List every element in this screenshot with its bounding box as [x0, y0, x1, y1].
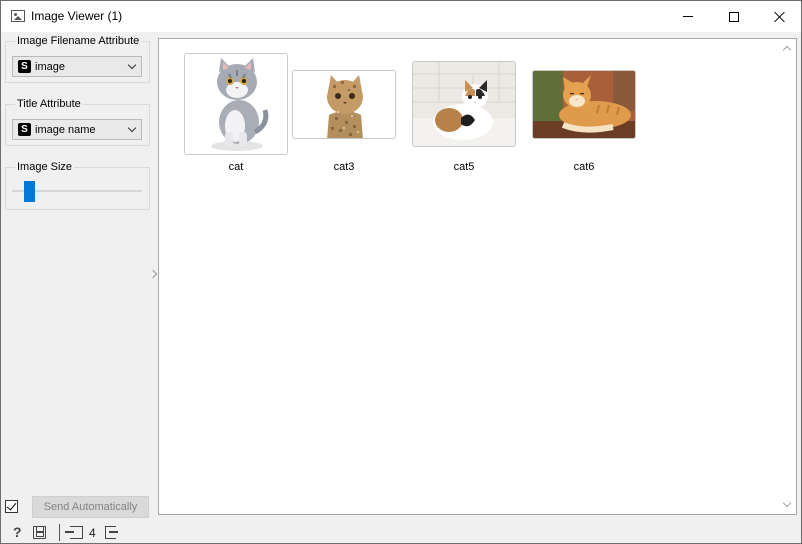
input-count: 4 [89, 526, 96, 540]
image-icon [11, 10, 25, 22]
cartoon-kitten-image [185, 54, 287, 154]
close-button[interactable] [757, 1, 802, 32]
auto-send-checkbox[interactable] [5, 500, 18, 513]
image-size-group: Image Size [5, 161, 150, 210]
mosaic-cat-image [293, 71, 395, 138]
save-icon[interactable] [33, 526, 46, 539]
title-attribute-group: Title Attribute S image name [5, 98, 150, 146]
image-caption: cat3 [333, 161, 355, 173]
output-icon[interactable] [105, 526, 118, 539]
vertical-scrollbar[interactable] [779, 39, 796, 514]
title-bar[interactable]: Image Viewer (1) [1, 1, 801, 32]
image-thumbnail[interactable] [184, 53, 288, 155]
string-type-icon: S [18, 60, 31, 73]
maximize-icon [729, 11, 739, 22]
filename-attribute-label: Image Filename Attribute [15, 35, 142, 47]
chevron-down-icon [127, 60, 137, 70]
ginger-cat-image [533, 71, 635, 138]
image-thumbnail[interactable] [532, 70, 636, 139]
filename-attribute-value: image [35, 60, 65, 73]
minimize-icon [683, 16, 693, 17]
filename-attribute-group: Image Filename Attribute S image [5, 35, 150, 83]
image-thumbnail[interactable] [412, 61, 516, 147]
image-viewer-window: Image Viewer (1) Image Filename Attribut… [0, 0, 802, 544]
image-caption: cat5 [453, 161, 475, 173]
status-separator [59, 524, 60, 541]
status-bar: ? 4 [1, 521, 801, 543]
image-grid-view[interactable]: cat cat3 cat5 cat6 [158, 38, 797, 515]
help-icon[interactable]: ? [13, 524, 22, 540]
image-size-label: Image Size [15, 161, 75, 173]
send-automatically-button[interactable]: Send Automatically [32, 496, 149, 518]
image-thumbnail[interactable] [292, 70, 396, 139]
input-icon[interactable] [65, 526, 83, 539]
image-caption: cat [228, 161, 244, 173]
scroll-down-icon[interactable] [782, 498, 792, 508]
title-attribute-label: Title Attribute [15, 98, 83, 110]
close-icon [774, 11, 786, 23]
window-title: Image Viewer (1) [31, 9, 123, 23]
filename-attribute-combo[interactable]: S image [12, 56, 142, 77]
calico-kitten-image [413, 62, 515, 146]
image-size-slider-handle[interactable] [23, 181, 35, 202]
image-caption: cat6 [573, 161, 595, 173]
chevron-right-icon[interactable] [148, 269, 158, 279]
maximize-button[interactable] [711, 1, 757, 32]
scroll-up-icon[interactable] [782, 45, 792, 55]
title-attribute-value: image name [35, 123, 96, 136]
title-attribute-combo[interactable]: S image name [12, 119, 142, 140]
chevron-down-icon [127, 123, 137, 133]
minimize-button[interactable] [665, 1, 711, 32]
string-type-icon: S [18, 123, 31, 136]
